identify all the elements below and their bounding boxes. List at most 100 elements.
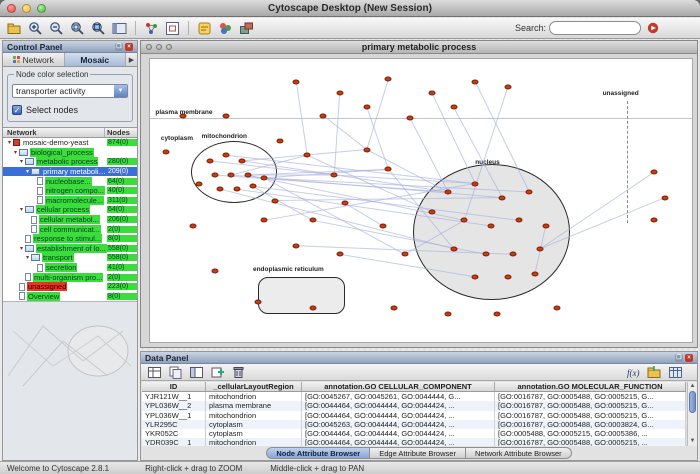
import-attributes-icon[interactable] [645, 363, 664, 381]
tree-item-mosaic-demo-yeast[interactable]: ▾mosaic-demo-yeast874(0) [3, 138, 137, 148]
tree-column-nodes[interactable]: Nodes [105, 128, 137, 137]
table-cell[interactable]: YDR039C__1 [142, 438, 206, 446]
network-node[interactable] [504, 85, 511, 90]
tree-expand-icon[interactable]: ▾ [18, 206, 25, 213]
table-cell[interactable]: [GO:0044464, GO:0044444, GO:0044424, ... [302, 438, 495, 446]
network-node[interactable] [385, 76, 392, 81]
network-edge[interactable] [313, 220, 486, 254]
vizmapper-icon[interactable] [216, 19, 235, 37]
network-node[interactable] [320, 113, 327, 118]
table-cell[interactable]: YPL036W__2 [142, 401, 206, 410]
network-edge[interactable] [540, 172, 654, 248]
network-edge[interactable] [464, 87, 507, 220]
network-node[interactable] [553, 306, 560, 311]
tab-mosaic[interactable]: Mosaic [65, 53, 127, 66]
table-cell[interactable]: [GO:0044464, GO:0044444, GO:0044424, ... [302, 411, 495, 420]
close-window-button[interactable] [7, 4, 16, 13]
network-node[interactable] [472, 274, 479, 279]
tree-item-nitrogen-compo[interactable]: nitrogen compo...40(0) [3, 186, 137, 196]
table-cell[interactable]: mitochondrion [206, 438, 302, 446]
table-cell[interactable]: [GO:0045267, GO:0045261, GO:0044444, G..… [302, 392, 495, 401]
network-node[interactable] [445, 311, 452, 316]
network-node[interactable] [342, 201, 349, 206]
column-header[interactable]: annotation.GO MOLECULAR_FUNCTION [495, 382, 686, 391]
network-node[interactable] [651, 218, 658, 223]
network-edge[interactable] [334, 93, 339, 175]
tab-network-attribute-browser[interactable]: Network Attribute Browser [466, 447, 572, 459]
network-node[interactable] [212, 173, 219, 178]
network-node[interactable] [163, 150, 170, 155]
table-cell[interactable]: [GO:0016787, GO:0005488, GO:0005215, G..… [495, 392, 686, 401]
copy-table-icon[interactable] [166, 363, 185, 381]
network-edge[interactable] [220, 189, 453, 248]
minimize-window-button[interactable] [22, 4, 31, 13]
float-panel-icon[interactable]: ❐ [115, 43, 123, 51]
network-node[interactable] [249, 184, 256, 189]
birdseye-icon[interactable] [163, 19, 182, 37]
network-edge[interactable] [264, 178, 405, 254]
delete-attribute-icon[interactable] [229, 363, 248, 381]
tab-node-attribute-browser[interactable]: Node Attribute Browser [266, 447, 370, 459]
tree-item-primary-metabolic[interactable]: ▾primary metabolic...209(0) [3, 167, 137, 177]
table-row[interactable]: YLR295Ccytoplasm[GO:0045263, GO:0044444,… [142, 420, 686, 429]
tree-item-overview[interactable]: Overview8(0) [3, 292, 137, 302]
network-node[interactable] [445, 190, 452, 195]
tree-item-response-to-stimul[interactable]: response to stimul...8(0) [3, 234, 137, 244]
network-node[interactable] [304, 153, 311, 158]
table-cell[interactable]: YKR052C [142, 429, 206, 438]
table-cell[interactable]: [GO:0005488, GO:0005215, GO:0005386, ... [495, 429, 686, 438]
table-cell[interactable]: YJR121W__1 [142, 392, 206, 401]
network-node[interactable] [336, 252, 343, 257]
network-node[interactable] [537, 246, 544, 251]
network-node[interactable] [499, 195, 506, 200]
scrollbar-thumb[interactable] [689, 391, 696, 413]
network-node[interactable] [239, 158, 246, 163]
network-node[interactable] [450, 246, 457, 251]
network-frame-titlebar[interactable]: primary metabolic process [141, 41, 697, 54]
network-node[interactable] [293, 79, 300, 84]
tree-expand-icon[interactable]: ▾ [24, 168, 31, 175]
zoom-selected-icon[interactable] [68, 19, 87, 37]
network-node[interactable] [277, 139, 284, 144]
table-cell[interactable]: [GO:0016787, GO:0005488, GO:0005215, ... [495, 438, 686, 446]
network-node[interactable] [515, 218, 522, 223]
network-node[interactable] [363, 105, 370, 110]
network-edge[interactable] [475, 82, 529, 192]
tree-item-cellular-process[interactable]: ▾cellular process64(0) [3, 205, 137, 215]
network-node[interactable] [450, 105, 457, 110]
network-node[interactable] [385, 167, 392, 172]
network-node[interactable] [244, 173, 251, 178]
network-node[interactable] [260, 218, 267, 223]
network-edge[interactable] [340, 254, 476, 277]
select-nodes-checkbox[interactable]: ✓ [12, 105, 22, 115]
network-node[interactable] [233, 187, 240, 192]
network-node[interactable] [483, 252, 490, 257]
select-attributes-icon[interactable] [187, 363, 206, 381]
network-edge[interactable] [540, 198, 665, 249]
table-cell[interactable]: cytoplasm [206, 429, 302, 438]
network-node[interactable] [336, 90, 343, 95]
network-node[interactable] [428, 209, 435, 214]
table-row[interactable]: YJR121W__1mitochondrion[GO:0045267, GO:0… [142, 392, 686, 401]
float-data-panel-icon[interactable]: ❐ [675, 354, 683, 362]
network-node[interactable] [401, 252, 408, 257]
column-header[interactable]: ID [142, 382, 206, 391]
network-node[interactable] [661, 195, 668, 200]
tree-item-cell-communicat[interactable]: cell communicat...2(0) [3, 224, 137, 234]
network-node[interactable] [651, 170, 658, 175]
network-node[interactable] [363, 147, 370, 152]
network-node[interactable] [531, 272, 538, 277]
network-node[interactable] [179, 113, 186, 118]
hide-panels-icon[interactable] [110, 19, 129, 37]
search-input[interactable] [549, 21, 641, 35]
network-node[interactable] [428, 90, 435, 95]
network-node[interactable] [222, 113, 229, 118]
tree-item-biological-process[interactable]: ▾biological_process [3, 148, 137, 158]
tree-expand-icon[interactable]: ▾ [6, 139, 13, 146]
network-node[interactable] [461, 218, 468, 223]
frame-minimize-icon[interactable] [156, 44, 162, 50]
table-mode-icon[interactable] [145, 363, 164, 381]
search-options-icon[interactable] [644, 19, 663, 37]
network-edge[interactable] [296, 82, 307, 156]
table-scrollbar[interactable]: ▲ ▼ [687, 382, 697, 446]
